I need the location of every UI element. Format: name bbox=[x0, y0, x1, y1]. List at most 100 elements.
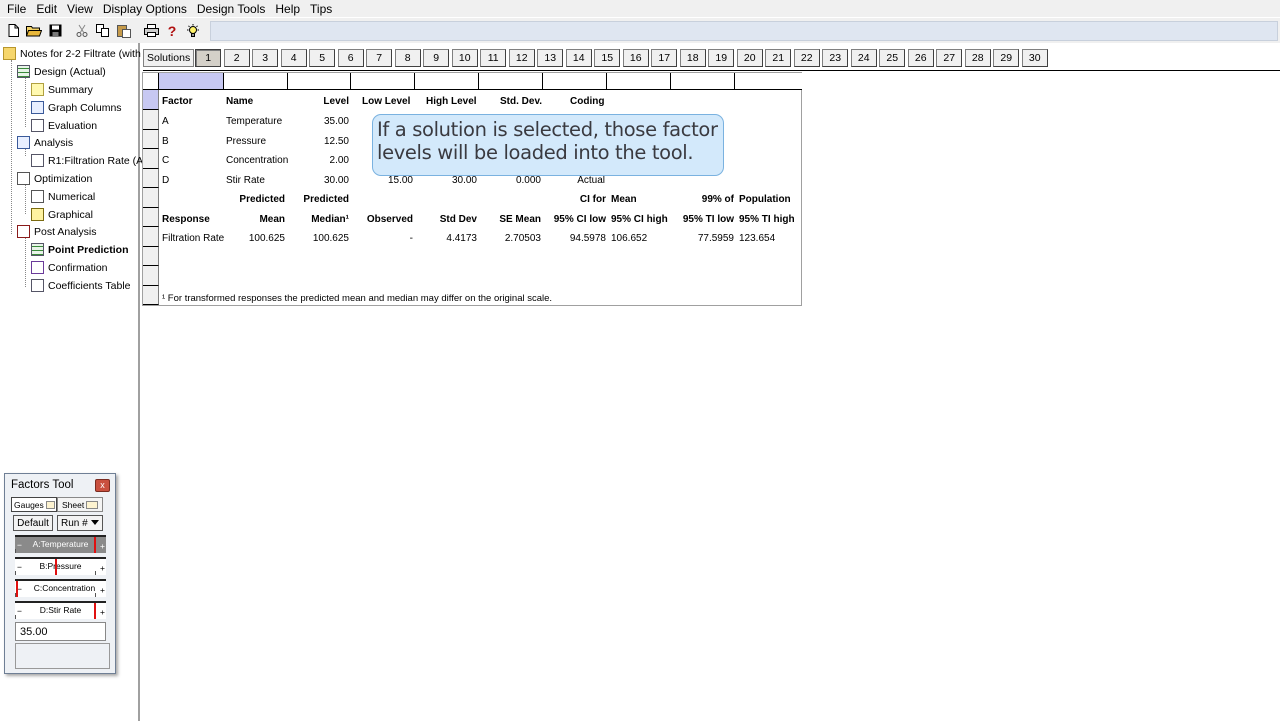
question-mark-icon[interactable]: ? bbox=[163, 22, 181, 40]
factor-cell[interactable]: C bbox=[162, 155, 169, 167]
solution-tab-8[interactable]: 8 bbox=[394, 49, 421, 67]
solution-tab-16[interactable]: 16 bbox=[622, 49, 649, 67]
solution-tab-11[interactable]: 11 bbox=[480, 49, 507, 67]
factor-name-cell[interactable]: Stir Rate bbox=[226, 175, 265, 187]
solution-tab-6[interactable]: 6 bbox=[337, 49, 364, 67]
tree-item-graphical[interactable]: Graphical bbox=[31, 206, 93, 223]
printer-icon[interactable] bbox=[142, 22, 160, 40]
grid-col-header[interactable] bbox=[543, 73, 607, 89]
solution-tab-5[interactable]: 5 bbox=[309, 49, 336, 67]
gauge-marker[interactable] bbox=[94, 537, 96, 553]
response-name-cell[interactable]: Filtration Rate bbox=[162, 233, 224, 245]
row-header[interactable] bbox=[143, 169, 159, 188]
factor-value-input[interactable]: 35.00 bbox=[15, 622, 106, 641]
increment-icon[interactable]: + bbox=[100, 541, 105, 551]
response-median-cell[interactable]: 100.625 bbox=[289, 233, 349, 245]
menu-help[interactable]: Help bbox=[270, 1, 305, 17]
gauge-c-concentration[interactable]: − C:Concentration + bbox=[15, 579, 106, 597]
solution-tab-17[interactable]: 17 bbox=[651, 49, 678, 67]
grid-col-header[interactable] bbox=[351, 73, 415, 89]
factor-level-cell[interactable]: 2.00 bbox=[289, 155, 349, 167]
response-mean-cell[interactable]: 100.625 bbox=[225, 233, 285, 245]
close-icon[interactable]: x bbox=[95, 479, 110, 492]
grid-col-header[interactable] bbox=[735, 73, 798, 89]
tree-item-r1[interactable]: R1:Filtration Rate (A bbox=[31, 152, 143, 169]
factor-high-level-cell[interactable]: 30.00 bbox=[417, 175, 477, 187]
grid-col-header[interactable] bbox=[671, 73, 735, 89]
solution-tab-21[interactable]: 21 bbox=[765, 49, 792, 67]
factor-name-cell[interactable]: Temperature bbox=[226, 116, 282, 128]
solution-tab-10[interactable]: 10 bbox=[451, 49, 478, 67]
row-header[interactable] bbox=[143, 227, 159, 247]
solution-tab-20[interactable]: 20 bbox=[736, 49, 763, 67]
increment-icon[interactable]: + bbox=[100, 585, 105, 595]
row-header[interactable] bbox=[143, 90, 159, 110]
factor-level-cell[interactable]: 12.50 bbox=[289, 136, 349, 148]
solution-tab-24[interactable]: 24 bbox=[850, 49, 877, 67]
run-number-select[interactable]: Run # bbox=[57, 515, 103, 531]
factor-low-level-cell[interactable]: 15.00 bbox=[353, 175, 413, 187]
grid-col-header[interactable] bbox=[159, 73, 224, 89]
response-ti-low-cell[interactable]: 77.5959 bbox=[673, 233, 734, 245]
factor-level-cell[interactable]: 35.00 bbox=[289, 116, 349, 128]
solution-tab-4[interactable]: 4 bbox=[280, 49, 307, 67]
solution-tab-12[interactable]: 12 bbox=[508, 49, 535, 67]
gauge-a-temperature[interactable]: − A:Temperature + bbox=[15, 535, 106, 553]
factor-cell[interactable]: A bbox=[162, 116, 169, 128]
save-disk-icon[interactable] bbox=[46, 22, 64, 40]
menu-view[interactable]: View bbox=[62, 1, 98, 17]
solution-tab-7[interactable]: 7 bbox=[366, 49, 393, 67]
row-header[interactable] bbox=[143, 188, 159, 208]
solution-tab-27[interactable]: 27 bbox=[936, 49, 963, 67]
increment-icon[interactable]: + bbox=[100, 563, 105, 573]
default-button[interactable]: Default bbox=[13, 515, 53, 531]
solution-tab-1[interactable]: 1 bbox=[195, 49, 222, 67]
tree-item-design[interactable]: Design (Actual) bbox=[17, 63, 106, 80]
grid-col-header[interactable] bbox=[607, 73, 671, 89]
menu-display-options[interactable]: Display Options bbox=[98, 1, 192, 17]
tree-item-confirmation[interactable]: Confirmation bbox=[31, 259, 108, 276]
tree-item-analysis[interactable]: Analysis bbox=[17, 134, 73, 151]
tree-item-root[interactable]: Notes for 2-2 Filtrate (with bbox=[3, 45, 141, 62]
row-header[interactable] bbox=[143, 130, 159, 149]
solution-tab-3[interactable]: 3 bbox=[252, 49, 279, 67]
solution-tab-9[interactable]: 9 bbox=[423, 49, 450, 67]
paste-icon[interactable] bbox=[115, 22, 133, 40]
gauge-marker[interactable] bbox=[55, 559, 57, 575]
scissors-icon[interactable] bbox=[73, 22, 91, 40]
solution-tab-15[interactable]: 15 bbox=[594, 49, 621, 67]
row-header[interactable] bbox=[143, 149, 159, 169]
increment-icon[interactable]: + bbox=[100, 607, 105, 617]
new-document-icon[interactable] bbox=[4, 22, 22, 40]
grid-col-header[interactable] bbox=[288, 73, 351, 89]
row-header[interactable] bbox=[143, 247, 159, 266]
solution-tab-18[interactable]: 18 bbox=[679, 49, 706, 67]
solution-tab-28[interactable]: 28 bbox=[964, 49, 991, 67]
factor-std-dev-cell[interactable]: 0.000 bbox=[481, 175, 541, 187]
solution-tab-25[interactable]: 25 bbox=[879, 49, 906, 67]
response-se-mean-cell[interactable]: 2.70503 bbox=[481, 233, 541, 245]
tree-item-evaluation[interactable]: Evaluation bbox=[31, 117, 97, 134]
solution-tab-22[interactable]: 22 bbox=[793, 49, 820, 67]
row-header[interactable] bbox=[143, 266, 159, 286]
tree-item-post-analysis[interactable]: Post Analysis bbox=[17, 223, 96, 240]
tab-sheet[interactable]: Sheet bbox=[57, 497, 103, 512]
factor-name-cell[interactable]: Concentration bbox=[226, 155, 288, 167]
row-header[interactable] bbox=[143, 208, 159, 227]
gauge-marker[interactable] bbox=[94, 603, 96, 619]
response-ci-high-cell[interactable]: 106.652 bbox=[611, 233, 647, 245]
response-ci-low-cell[interactable]: 94.5978 bbox=[545, 233, 606, 245]
copy-icon[interactable] bbox=[94, 22, 112, 40]
gauge-marker[interactable] bbox=[16, 581, 18, 597]
row-header[interactable] bbox=[143, 110, 159, 130]
factor-level-cell[interactable]: 30.00 bbox=[289, 175, 349, 187]
tree-item-coefficients-table[interactable]: Coefficients Table bbox=[31, 277, 131, 294]
solution-tab-14[interactable]: 14 bbox=[565, 49, 592, 67]
tree-item-point-prediction[interactable]: Point Prediction bbox=[31, 241, 129, 258]
gauge-b-pressure[interactable]: − B:Pressure + bbox=[15, 557, 106, 575]
menu-design-tools[interactable]: Design Tools bbox=[192, 1, 270, 17]
solution-tab-26[interactable]: 26 bbox=[907, 49, 934, 67]
solution-tab-19[interactable]: 19 bbox=[708, 49, 735, 67]
row-header[interactable] bbox=[143, 286, 159, 305]
open-folder-icon[interactable] bbox=[25, 22, 43, 40]
